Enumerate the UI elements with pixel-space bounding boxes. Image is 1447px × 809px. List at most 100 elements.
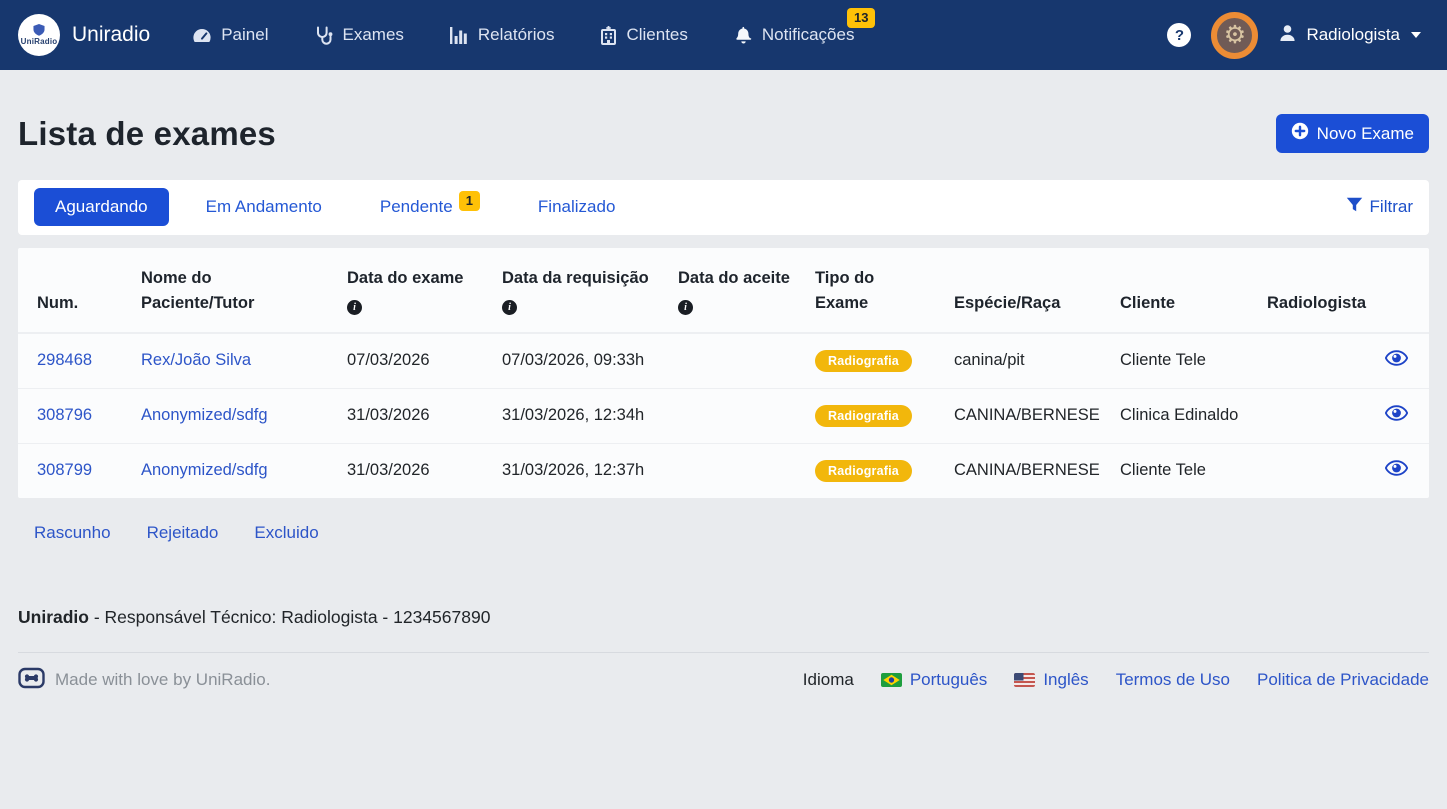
exam-number-link[interactable]: 308799 bbox=[37, 461, 92, 479]
nav-item-clientes[interactable]: Clientes bbox=[600, 25, 687, 45]
settings-highlight-ring[interactable]: ⚙ bbox=[1211, 12, 1258, 59]
request-date-cell: 07/03/2026, 09:33h bbox=[483, 333, 659, 389]
tab-pendente-label: Pendente bbox=[380, 197, 453, 216]
info-icon[interactable]: i bbox=[502, 300, 517, 315]
table-row: 298468 Rex/João Silva 07/03/2026 07/03/2… bbox=[18, 333, 1429, 389]
tab-finalizado[interactable]: Finalizado bbox=[517, 188, 637, 226]
funnel-icon bbox=[1346, 197, 1363, 217]
secondary-status-links: Rascunho Rejeitado Excluido bbox=[18, 523, 1429, 543]
exams-table-card: Num. Nome do Paciente/Tutor Data do exam… bbox=[18, 248, 1429, 498]
terms-of-use-link[interactable]: Termos de Uso bbox=[1116, 670, 1230, 690]
species-cell: CANINA/BERNESE bbox=[935, 388, 1101, 443]
plus-circle-icon bbox=[1291, 122, 1309, 145]
nav-label: Relatórios bbox=[478, 25, 555, 45]
language-portuguese-link[interactable]: Português bbox=[881, 670, 988, 690]
info-icon[interactable]: i bbox=[678, 300, 693, 315]
request-date-cell: 31/03/2026, 12:34h bbox=[483, 388, 659, 443]
col-header-actions bbox=[1368, 248, 1429, 333]
table-header-row: Num. Nome do Paciente/Tutor Data do exam… bbox=[18, 248, 1429, 333]
client-cell: Clinica Edinaldo bbox=[1101, 388, 1248, 443]
col-header-accept-date: Data do aceite i bbox=[659, 248, 796, 333]
nav-item-exames[interactable]: Exames bbox=[314, 25, 403, 45]
radiologist-cell bbox=[1248, 443, 1368, 498]
col-header-request-date: Data da requisição i bbox=[483, 248, 659, 333]
new-exam-label: Novo Exame bbox=[1317, 124, 1414, 144]
client-cell: Cliente Tele bbox=[1101, 443, 1248, 498]
tab-pendente[interactable]: Pendente 1 bbox=[359, 188, 501, 227]
col-header-radiologist: Radiologista bbox=[1248, 248, 1368, 333]
logo-shield-icon bbox=[33, 24, 45, 36]
top-navbar: UniRadio Uniradio Painel Exames bbox=[0, 0, 1447, 70]
exam-type-badge: Radiografia bbox=[815, 405, 912, 427]
tech-text: - Responsável Técnico: Radiologista - 12… bbox=[89, 607, 490, 627]
main-content: Lista de exames Novo Exame Aguardando Em… bbox=[0, 114, 1447, 708]
footer-links: Idioma Português Inglês bbox=[803, 670, 1429, 690]
gauge-icon bbox=[192, 27, 212, 44]
footer-bar: Made with love by UniRadio. Idioma Portu… bbox=[18, 653, 1429, 708]
col-header-exam-type: Tipo do Exame bbox=[796, 248, 935, 333]
radiologist-cell bbox=[1248, 388, 1368, 443]
us-flag-icon bbox=[1014, 673, 1035, 687]
chevron-down-icon bbox=[1411, 32, 1421, 38]
nav-label: Notificações bbox=[762, 25, 855, 45]
col-header-exam-date: Data do exame i bbox=[328, 248, 483, 333]
col-header-species: Espécie/Raça bbox=[935, 248, 1101, 333]
user-name: Radiologista bbox=[1306, 25, 1400, 45]
language-english-link[interactable]: Inglês bbox=[1014, 670, 1088, 690]
user-menu[interactable]: Radiologista bbox=[1278, 24, 1421, 47]
uniradio-mark-icon bbox=[18, 667, 45, 694]
species-cell: CANINA/BERNESE bbox=[935, 443, 1101, 498]
patient-link[interactable]: Anonymized/sdfg bbox=[141, 406, 268, 424]
navbar-right-cluster: ? ⚙ Radiologista bbox=[1167, 12, 1421, 59]
made-with-love: Made with love by UniRadio. bbox=[18, 667, 270, 694]
company-name: Uniradio bbox=[18, 607, 89, 627]
hospital-icon bbox=[600, 26, 617, 45]
made-with-text: Made with love by UniRadio. bbox=[55, 670, 270, 690]
language-english-label: Inglês bbox=[1043, 670, 1088, 690]
info-icon[interactable]: i bbox=[347, 300, 362, 315]
patient-link[interactable]: Anonymized/sdfg bbox=[141, 461, 268, 479]
privacy-policy-link[interactable]: Politica de Privacidade bbox=[1257, 670, 1429, 690]
accept-date-cell bbox=[659, 443, 796, 498]
view-exam-eye-icon[interactable] bbox=[1385, 405, 1408, 426]
page-title: Lista de exames bbox=[18, 115, 276, 153]
help-icon[interactable]: ? bbox=[1167, 23, 1191, 47]
exam-date-cell: 31/03/2026 bbox=[328, 388, 483, 443]
exam-number-link[interactable]: 308796 bbox=[37, 406, 92, 424]
filter-button[interactable]: Filtrar bbox=[1346, 197, 1413, 217]
filter-label: Filtrar bbox=[1370, 197, 1413, 217]
link-rejeitado[interactable]: Rejeitado bbox=[147, 523, 219, 543]
col-header-num: Num. bbox=[18, 248, 122, 333]
pendente-count-badge: 1 bbox=[459, 191, 480, 211]
status-tabs-bar: Aguardando Em Andamento Pendente 1 Finali… bbox=[18, 180, 1429, 235]
logo-text: UniRadio bbox=[21, 37, 58, 46]
col-header-patient: Nome do Paciente/Tutor bbox=[122, 248, 328, 333]
tab-em-andamento[interactable]: Em Andamento bbox=[185, 188, 343, 226]
nav-label: Painel bbox=[221, 25, 268, 45]
view-exam-eye-icon[interactable] bbox=[1385, 350, 1408, 371]
uniradio-logo[interactable]: UniRadio bbox=[18, 14, 60, 56]
patient-link[interactable]: Rex/João Silva bbox=[141, 351, 251, 369]
link-rascunho[interactable]: Rascunho bbox=[34, 523, 111, 543]
new-exam-button[interactable]: Novo Exame bbox=[1276, 114, 1429, 153]
bar-chart-icon bbox=[450, 27, 469, 44]
link-excluido[interactable]: Excluido bbox=[254, 523, 318, 543]
nav-item-notificacoes[interactable]: Notificações 13 bbox=[734, 25, 855, 45]
gear-icon[interactable]: ⚙ bbox=[1224, 23, 1246, 48]
table-row: 308799 Anonymized/sdfg 31/03/2026 31/03/… bbox=[18, 443, 1429, 498]
nav-item-relatorios[interactable]: Relatórios bbox=[450, 25, 555, 45]
language-portuguese-label: Português bbox=[910, 670, 988, 690]
brand-name[interactable]: Uniradio bbox=[72, 23, 150, 47]
user-icon bbox=[1278, 24, 1297, 47]
nav-item-painel[interactable]: Painel bbox=[192, 25, 268, 45]
brazil-flag-icon bbox=[881, 673, 902, 687]
exam-number-link[interactable]: 298468 bbox=[37, 351, 92, 369]
col-header-client: Cliente bbox=[1101, 248, 1248, 333]
nav-label: Exames bbox=[342, 25, 403, 45]
nav-label: Clientes bbox=[626, 25, 687, 45]
bell-icon bbox=[734, 25, 753, 45]
view-exam-eye-icon[interactable] bbox=[1385, 460, 1408, 481]
tab-aguardando[interactable]: Aguardando bbox=[34, 188, 169, 226]
notifications-count-badge: 13 bbox=[847, 8, 875, 28]
language-label: Idioma bbox=[803, 670, 854, 690]
